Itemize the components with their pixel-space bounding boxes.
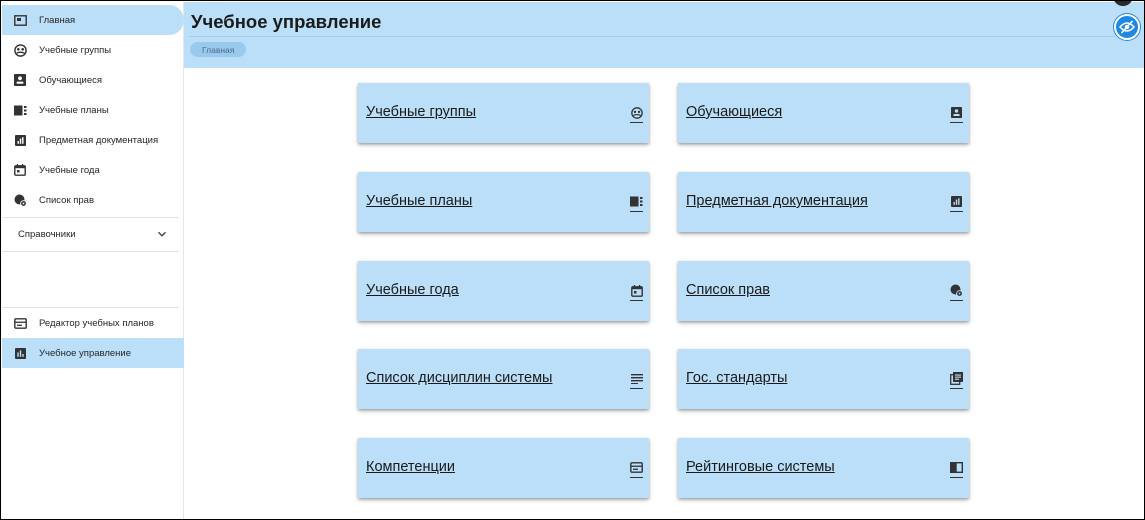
sidebar-item-label: Список прав <box>39 194 95 206</box>
card-documentation[interactable]: Предметная документация <box>678 172 969 232</box>
card-label: Список прав <box>686 282 770 298</box>
card-label: Учебные группы <box>366 104 477 120</box>
breadcrumb-home[interactable]: Главная <box>190 42 247 57</box>
sidebar-item-plan-editor[interactable]: Редактор учебных планов <box>2 308 184 338</box>
library-books-icon <box>950 372 963 389</box>
list-lines-icon <box>630 372 643 389</box>
sidebar-item-label: Главная <box>39 14 76 26</box>
card-label: Рейтинговые системы <box>686 459 835 475</box>
permissions-icon <box>13 193 27 207</box>
student-badge-icon <box>13 73 27 87</box>
sidebar-item-permissions[interactable]: Список прав <box>2 185 184 215</box>
sidebar-item-plans[interactable]: Учебные планы <box>2 95 184 125</box>
card-label: Компетенции <box>366 459 455 475</box>
card-groups[interactable]: Учебные группы <box>358 83 649 143</box>
calendar-icon <box>13 163 27 177</box>
card-label: Учебные планы <box>366 193 473 209</box>
sidebar-item-academic-management[interactable]: Учебное управление <box>2 338 184 368</box>
card-permissions[interactable]: Список прав <box>678 261 969 321</box>
sidebar-item-label: Обучающиеся <box>39 74 103 86</box>
groups-icon <box>13 43 27 57</box>
hide-visibility-button[interactable] <box>1114 14 1140 40</box>
documentation-icon <box>13 133 27 147</box>
card-years[interactable]: Учебные года <box>358 261 649 321</box>
bar-chart-icon <box>13 346 27 360</box>
editor-icon <box>13 316 27 330</box>
card-label: Учебные года <box>366 282 459 298</box>
sidebar: Главная Учебные группы Обучающиеся Учебн… <box>2 2 184 519</box>
top-dark-tab <box>1113 1 1133 6</box>
card-rating-systems[interactable]: Рейтинговые системы <box>678 438 969 498</box>
card-disciplines[interactable]: Список дисциплин системы <box>358 349 649 409</box>
student-badge-icon <box>950 106 963 123</box>
sidebar-item-documentation[interactable]: Предметная документация <box>2 125 184 155</box>
chevron-down-icon <box>157 229 167 239</box>
plans-icon <box>13 103 27 117</box>
calendar-icon <box>630 284 643 301</box>
page-title: Учебное управление <box>191 11 382 32</box>
card-students[interactable]: Обучающиеся <box>678 83 969 143</box>
sidebar-section-label: Справочники <box>18 228 76 240</box>
groups-icon <box>630 106 643 123</box>
home-panel-icon <box>13 13 27 27</box>
sidebar-item-label: Учебное управление <box>39 347 132 359</box>
card-label: Список дисциплин системы <box>366 370 553 386</box>
sidebar-item-students[interactable]: Обучающиеся <box>2 65 184 95</box>
header-divider <box>189 36 1115 37</box>
sidebar-item-years[interactable]: Учебные года <box>2 155 184 185</box>
sidebar-item-label: Предметная документация <box>39 134 159 146</box>
card-state-standards[interactable]: Гос. стандарты <box>678 349 969 409</box>
card-plans[interactable]: Учебные планы <box>358 172 649 232</box>
app-window: Главная Учебные группы Обучающиеся Учебн… <box>0 0 1145 520</box>
eye-off-icon <box>1119 20 1135 34</box>
web-window-icon <box>630 461 643 478</box>
sidebar-item-label: Учебные года <box>39 164 100 176</box>
sidebar-item-label: Редактор учебных планов <box>39 317 154 329</box>
sidebar-item-label: Учебные группы <box>39 44 112 56</box>
card-label: Обучающиеся <box>686 104 783 120</box>
sidebar-section-references[interactable]: Справочники <box>2 218 179 250</box>
sidebar-item-groups[interactable]: Учебные группы <box>2 35 184 65</box>
page-header: Учебное управление Главная <box>184 1 1144 68</box>
card-label: Гос. стандарты <box>686 370 788 386</box>
sidebar-item-label: Учебные планы <box>39 104 109 116</box>
documentation-icon <box>950 195 963 212</box>
plans-icon <box>630 195 643 212</box>
sidebar-divider <box>2 251 179 252</box>
book-icon <box>950 461 963 478</box>
card-label: Предметная документация <box>686 193 868 209</box>
permissions-icon <box>950 284 963 301</box>
sidebar-item-home[interactable]: Главная <box>2 5 184 35</box>
card-competencies[interactable]: Компетенции <box>358 438 649 498</box>
